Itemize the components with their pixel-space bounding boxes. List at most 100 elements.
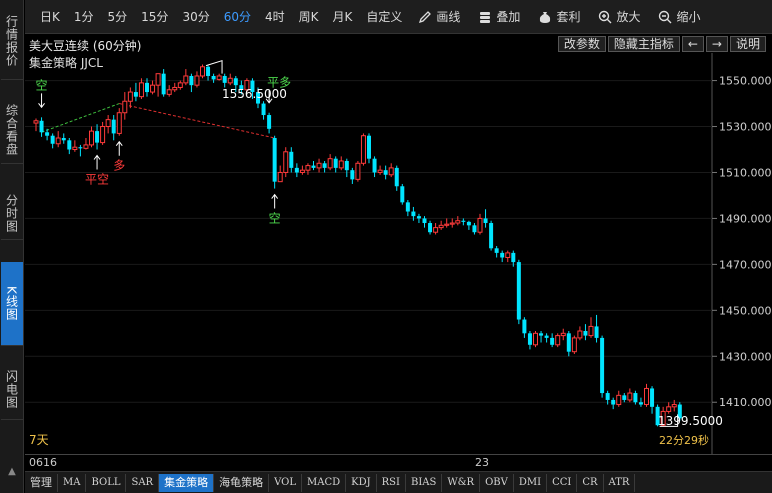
indicator-tabs: 管理 MA BOLL SAR 集金策略 海龟策略 VOL MACD KDJ RS… <box>25 471 772 493</box>
candle <box>400 183 405 205</box>
peak-price-label: 1556.5000 <box>222 87 287 101</box>
period-5min[interactable]: 5分 <box>101 8 135 25</box>
candle <box>39 117 44 137</box>
chart-title: 美大豆连续 (60分钟) <box>29 39 142 53</box>
tab-vol[interactable]: VOL <box>269 473 302 492</box>
candle <box>316 158 322 173</box>
zoom-out-button[interactable]: 缩小 <box>649 8 709 25</box>
candle <box>588 317 594 338</box>
candle <box>267 112 272 134</box>
right-arrow-button[interactable]: → <box>705 36 728 52</box>
y-tick-label: 1530.0000 <box>719 121 772 134</box>
zoom-out-label: 缩小 <box>676 10 701 24</box>
period-30min[interactable]: 30分 <box>175 8 216 25</box>
tab-ma[interactable]: MA <box>58 473 87 492</box>
period-60min[interactable]: 60分 <box>217 8 258 25</box>
candle <box>338 156 344 171</box>
tab-wr[interactable]: W&R <box>442 473 481 492</box>
left-arrow-button[interactable]: ← <box>681 36 704 52</box>
zoom-in-icon <box>599 10 612 23</box>
tab-cci[interactable]: CCI <box>547 473 578 492</box>
trade-signal: 多 <box>113 140 125 173</box>
candle <box>388 163 394 178</box>
tab-sar[interactable]: SAR <box>126 473 160 492</box>
tab-boll[interactable]: BOLL <box>86 473 127 492</box>
period-1min[interactable]: 1分 <box>67 8 101 25</box>
help-button[interactable]: 说明 <box>729 36 766 52</box>
period-day[interactable]: 日K <box>33 8 67 25</box>
nav-kline[interactable]: K线图 <box>1 262 23 346</box>
signal-trendline <box>41 103 120 133</box>
edit-params-button[interactable]: 改参数 <box>557 36 606 52</box>
period-4h[interactable]: 4时 <box>258 8 292 25</box>
nav-overview[interactable]: 综合看盘 <box>1 96 23 164</box>
candle <box>116 108 122 136</box>
candle <box>277 165 283 183</box>
left-nav: 行情报价 综合看盘 分时图 K线图 闪电图 ▲ <box>0 0 24 493</box>
trade-signal: 平空 <box>85 154 109 187</box>
candle <box>211 73 216 83</box>
candle <box>105 115 111 134</box>
candle <box>627 388 633 403</box>
candle <box>372 156 377 178</box>
candle <box>666 402 672 414</box>
arbitrage-button[interactable]: 套利 <box>529 8 589 25</box>
period-week[interactable]: 周K <box>292 8 326 25</box>
tab-atr[interactable]: ATR <box>604 473 636 492</box>
candle <box>622 393 627 403</box>
candle <box>650 386 655 414</box>
candle <box>483 209 488 228</box>
candle <box>577 326 583 341</box>
overlay-label: 叠加 <box>496 10 521 24</box>
tab-rsi[interactable]: RSI <box>377 473 406 492</box>
stack-icon <box>480 11 491 23</box>
candle <box>367 133 371 164</box>
draw-line-button[interactable]: 画线 <box>409 8 469 25</box>
candle <box>50 133 55 149</box>
candle <box>583 324 588 341</box>
zoom-in-label: 放大 <box>616 10 641 24</box>
period-15min[interactable]: 15分 <box>134 8 175 25</box>
candle <box>177 80 183 90</box>
candle <box>61 133 66 144</box>
trade-signal: 空 <box>36 78 48 109</box>
candle <box>422 216 427 228</box>
tab-kdj[interactable]: KDJ <box>346 473 377 492</box>
candle <box>227 73 233 86</box>
period-custom[interactable]: 自定义 <box>359 8 409 25</box>
candle <box>405 200 410 217</box>
nav-quote[interactable]: 行情报价 <box>1 2 23 80</box>
period-count-label: 7天 <box>29 433 49 447</box>
tab-dmi[interactable]: DMI <box>514 473 548 492</box>
candle <box>216 73 222 81</box>
candle <box>355 160 361 182</box>
candle <box>299 165 305 175</box>
collapse-icon[interactable]: ▲ <box>0 450 24 493</box>
candle <box>539 331 544 343</box>
candle <box>550 333 555 348</box>
candle <box>95 124 100 150</box>
nav-flash[interactable]: 闪电图 <box>1 360 23 420</box>
nav-timeshare[interactable]: 分时图 <box>1 188 23 240</box>
period-month[interactable]: 月K <box>326 8 360 25</box>
tab-manage[interactable]: 管理 <box>25 473 58 492</box>
hide-indicator-button[interactable]: 隐藏主指标 <box>607 36 680 52</box>
tab-cr[interactable]: CR <box>577 473 604 492</box>
tab-obv[interactable]: OBV <box>480 473 514 492</box>
kline-chart[interactable]: 空平空多平多空 1550.00001530.00001510.00001490.… <box>25 53 772 454</box>
candle <box>416 213 421 224</box>
candle <box>183 69 189 86</box>
zoom-in-button[interactable]: 放大 <box>589 8 649 25</box>
tab-jjcl[interactable]: 集金策略 <box>159 473 215 492</box>
tab-bias[interactable]: BIAS <box>406 473 443 492</box>
tab-macd[interactable]: MACD <box>302 473 347 492</box>
overlay-button[interactable]: 叠加 <box>469 8 529 25</box>
candle <box>560 328 566 341</box>
candle <box>289 147 294 173</box>
candle <box>466 220 471 230</box>
tab-turtle[interactable]: 海龟策略 <box>214 473 270 492</box>
trade-signal: 空 <box>269 193 281 226</box>
candle <box>67 138 72 155</box>
candle <box>444 218 450 228</box>
candle <box>600 335 605 398</box>
